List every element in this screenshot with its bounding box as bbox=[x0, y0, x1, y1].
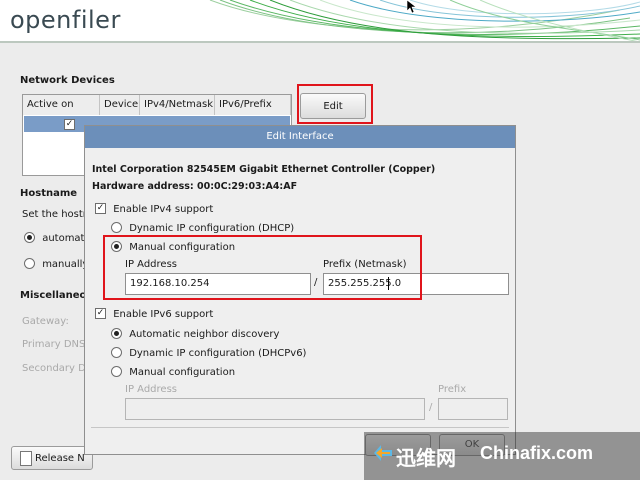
ipv4-dhcp-option[interactable]: Dynamic IP configuration (DHCP) bbox=[111, 222, 294, 234]
enable-ipv4-checkbox[interactable]: ✓ bbox=[95, 203, 106, 214]
watermark-cn-text: 迅维网 bbox=[396, 446, 456, 470]
mouse-cursor-icon bbox=[406, 0, 416, 14]
enable-ipv6-label: Enable IPv6 support bbox=[113, 308, 214, 320]
hostname-manual-label: manually bbox=[42, 258, 89, 270]
hostname-label: Hostname bbox=[20, 188, 78, 199]
release-notes-label: Release N bbox=[35, 453, 85, 464]
ipv6-separator: / bbox=[429, 402, 433, 413]
col-header-active[interactable]: Active on Boot bbox=[23, 95, 100, 130]
chinafix-logo-icon bbox=[374, 445, 392, 461]
ipv6-auto-radio[interactable] bbox=[111, 328, 122, 339]
ipv6-auto-option[interactable]: Automatic neighbor discovery bbox=[111, 328, 279, 340]
edit-highlight-box bbox=[297, 84, 373, 124]
ipv6-prefix-label: Prefix bbox=[438, 384, 467, 395]
col-header-ipv4[interactable]: IPv4/Netmask bbox=[140, 95, 215, 115]
document-icon bbox=[20, 451, 32, 466]
ipv6-prefix-input[interactable] bbox=[438, 398, 508, 420]
ipv6-manual-label: Manual configuration bbox=[129, 366, 236, 378]
hostname-auto-option[interactable]: automatic bbox=[24, 232, 93, 244]
openfiler-logo: openfiler bbox=[10, 6, 121, 34]
col-header-ipv6[interactable]: IPv6/Prefix bbox=[215, 95, 291, 115]
ipv6-dhcp-label: Dynamic IP configuration (DHCPv6) bbox=[129, 347, 307, 359]
ipv6-manual-radio[interactable] bbox=[111, 366, 122, 377]
header-swirl-graphic bbox=[209, 0, 640, 42]
enable-ipv6-option[interactable]: ✓ Enable IPv6 support bbox=[95, 308, 213, 320]
device-name-text: Intel Corporation 82545EM Gigabit Ethern… bbox=[92, 164, 436, 175]
hostname-description: Set the hostn bbox=[22, 209, 90, 220]
enable-ipv6-checkbox[interactable]: ✓ bbox=[95, 308, 106, 319]
ipv4-dhcp-radio[interactable] bbox=[111, 222, 122, 233]
ipv6-manual-option[interactable]: Manual configuration bbox=[111, 366, 235, 378]
ipv6-dhcp-option[interactable]: Dynamic IP configuration (DHCPv6) bbox=[111, 347, 306, 359]
ipv6-auto-label: Automatic neighbor discovery bbox=[129, 328, 280, 340]
active-on-boot-checkbox[interactable]: ✓ bbox=[64, 119, 75, 130]
release-notes-button[interactable]: Release N bbox=[11, 446, 93, 470]
network-devices-label: Network Devices bbox=[20, 75, 115, 86]
dialog-separator bbox=[91, 427, 509, 428]
hostname-manual-option[interactable]: manually bbox=[24, 258, 88, 270]
header-banner: openfiler bbox=[0, 0, 640, 42]
header-divider bbox=[0, 41, 640, 43]
watermark-brand-text: Chinafix.com bbox=[480, 443, 594, 463]
dialog-title-bar: Edit Interface bbox=[85, 126, 515, 148]
ipv6-ip-label: IP Address bbox=[125, 384, 177, 395]
hardware-address-text: Hardware address: 00:0C:29:03:A4:AF bbox=[92, 181, 298, 192]
hostname-manual-radio[interactable] bbox=[24, 258, 35, 269]
ipv6-ip-input[interactable] bbox=[125, 398, 425, 420]
ipv4-dhcp-label: Dynamic IP configuration (DHCP) bbox=[129, 222, 295, 234]
gateway-label: Gateway: bbox=[22, 316, 69, 327]
enable-ipv4-label: Enable IPv4 support bbox=[113, 203, 214, 215]
secondary-dns-label: Secondary D bbox=[22, 363, 86, 374]
ipv6-dhcp-radio[interactable] bbox=[111, 347, 122, 358]
col-header-device[interactable]: Device bbox=[100, 95, 140, 115]
hostname-auto-radio[interactable] bbox=[24, 232, 35, 243]
manual-config-highlight-box bbox=[103, 235, 422, 300]
misc-label: Miscellaneou bbox=[20, 290, 94, 301]
primary-dns-label: Primary DNS bbox=[22, 339, 86, 350]
enable-ipv4-option[interactable]: ✓ Enable IPv4 support bbox=[95, 203, 213, 215]
